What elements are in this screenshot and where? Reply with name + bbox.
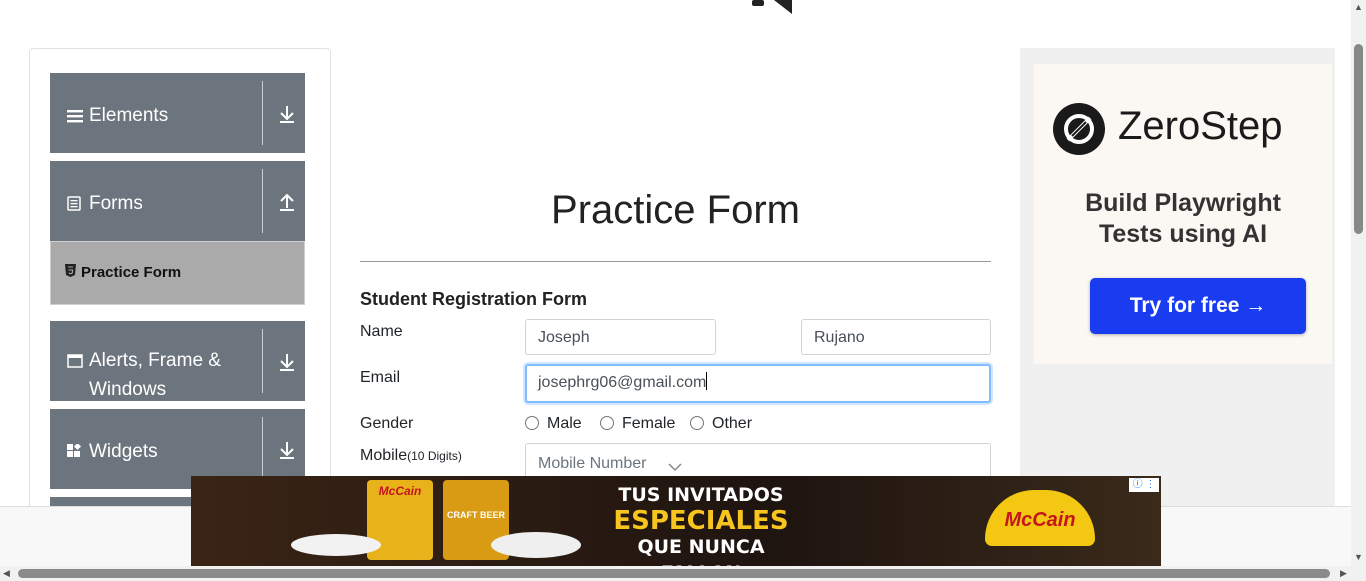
sidebar-group-label: Elements — [89, 105, 169, 126]
zerostep-ad[interactable]: ZeroStep Build Playwright Tests using AI… — [1020, 48, 1335, 508]
mobile-label: Mobile(10 Digits) — [360, 447, 462, 465]
mccain-banner-ad[interactable]: McCain CRAFT BEER TUS INVITADOS ESPECIAL… — [191, 476, 1161, 566]
sidebar-group-label: Forms — [89, 193, 143, 214]
vertical-scrollbar[interactable]: ▲ ▼ — [1351, 0, 1366, 566]
scroll-right-icon[interactable]: ▶ — [1340, 568, 1347, 579]
scroll-left-icon[interactable]: ◀ — [3, 568, 10, 579]
last-name-input[interactable]: Rujano — [801, 319, 991, 355]
email-label: Email — [360, 369, 401, 386]
mobile-label-text: Mobile — [360, 447, 408, 464]
gender-label: Gender — [360, 415, 414, 432]
sidebar-group-alerts-frame-windows[interactable]: Alerts, Frame & Windows — [50, 321, 305, 401]
divider — [262, 81, 263, 145]
chevron-down-icon — [668, 463, 682, 472]
ad-info-icon[interactable]: ⓘ ⋮ — [1129, 478, 1159, 492]
ad-tagline: Build Playwright Tests using AI — [1034, 188, 1332, 250]
window-icon — [67, 348, 85, 377]
ad-brand: ZeroStep — [1118, 104, 1283, 148]
text-cursor — [706, 372, 708, 390]
pack-label: CRAFT BEER — [447, 510, 505, 520]
download-arrow-icon[interactable] — [278, 103, 296, 125]
gender-radio-other[interactable]: Other — [690, 415, 752, 433]
gender-radio-male[interactable]: Male — [525, 415, 582, 433]
banner-line2: ESPECIALES — [613, 506, 789, 536]
sidebar-group-elements[interactable]: Elements — [50, 73, 305, 153]
page-title: Practice Form — [551, 188, 800, 232]
radio-label: Female — [622, 415, 676, 432]
html5-icon — [65, 264, 77, 281]
banner-line1: TUS INVITADOS — [618, 484, 784, 506]
sidebar-item-label: Practice Form — [81, 264, 182, 281]
upload-arrow-icon[interactable] — [278, 191, 296, 213]
radio-button[interactable] — [690, 416, 704, 430]
radio-button[interactable] — [525, 416, 539, 430]
divider — [360, 261, 991, 262]
zerostep-logo-icon — [1053, 103, 1105, 155]
radio-button[interactable] — [600, 416, 614, 430]
scroll-up-icon[interactable]: ▲ — [1354, 2, 1363, 12]
mobile-placeholder: Mobile Number — [538, 455, 647, 472]
name-label: Name — [360, 323, 403, 340]
scrollbar-thumb[interactable] — [1354, 44, 1363, 234]
radio-label: Male — [547, 415, 582, 432]
ad-card: ZeroStep Build Playwright Tests using AI… — [1034, 64, 1332, 364]
sidebar-group-label: Alerts, Frame & Windows — [89, 350, 221, 400]
menu-icon — [67, 103, 85, 132]
sidebar-item-practice-form[interactable]: Practice Form — [50, 241, 305, 305]
onion-rings-plate-image — [491, 532, 581, 558]
banner-line3: QUE NUNCA FALLAN — [637, 536, 765, 566]
sidebar-group-label: Widgets — [89, 441, 158, 462]
divider — [262, 417, 263, 481]
ad-tagline-line2: Tests using AI — [1098, 220, 1268, 248]
mobile-hint: (10 Digits) — [407, 449, 462, 463]
mccain-logo: McCain — [985, 490, 1095, 546]
left-sidebar: Elements Forms Practice Form Alerts, Fra… — [29, 48, 331, 520]
divider — [262, 329, 263, 393]
site-logo-partial — [752, 0, 792, 14]
radio-label: Other — [712, 415, 753, 432]
first-name-input[interactable]: Joseph — [525, 319, 716, 355]
fries-plate-image — [291, 534, 381, 556]
scrollbar-thumb[interactable] — [18, 569, 1330, 578]
form-subtitle: Student Registration Form — [360, 289, 588, 309]
scroll-down-icon[interactable]: ▼ — [1354, 552, 1363, 562]
email-value: josephrg06@gmail.com — [538, 374, 707, 391]
document-icon — [67, 191, 85, 220]
divider — [262, 169, 263, 233]
download-arrow-icon[interactable] — [278, 351, 296, 373]
widgets-icon — [67, 439, 85, 468]
ad-tagline-line1: Build Playwright — [1085, 189, 1281, 217]
email-input[interactable]: josephrg06@gmail.com — [525, 364, 991, 403]
banner-headline: TUS INVITADOS ESPECIALES QUE NUNCA FALLA… — [611, 482, 791, 566]
horizontal-scrollbar[interactable]: ◀ ▶ — [0, 566, 1366, 581]
pack-brand: McCain — [378, 484, 422, 498]
sidebar-group-forms[interactable]: Forms — [50, 161, 305, 241]
download-arrow-icon[interactable] — [278, 439, 296, 461]
gender-radio-female[interactable]: Female — [600, 415, 675, 433]
try-for-free-button[interactable]: Try for free → — [1090, 278, 1306, 334]
